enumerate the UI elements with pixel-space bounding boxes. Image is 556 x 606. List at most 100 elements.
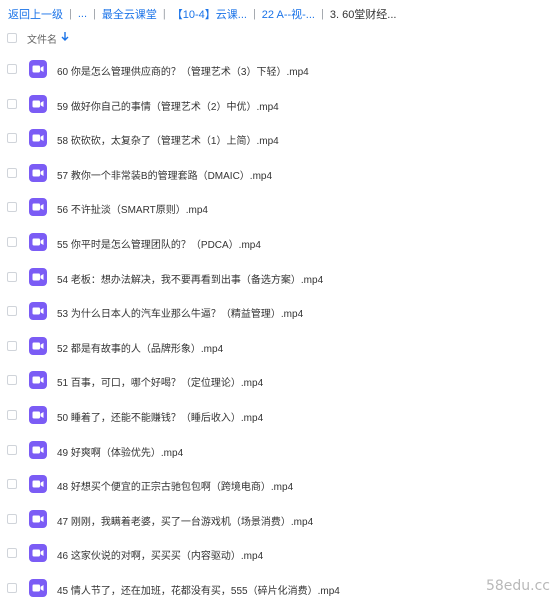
breadcrumb-link-root[interactable]: 最全云课堂 [102,6,157,22]
video-icon [29,94,47,113]
file-checkbox[interactable] [7,64,17,74]
breadcrumb-separator: | [162,8,166,20]
watermark: 58edu.cc [485,578,550,594]
video-icon [29,163,47,182]
file-checkbox[interactable] [7,306,17,317]
file-name[interactable]: 59 做好你自己的事情（管理艺术（2）中优）.mp4 [57,98,279,113]
breadcrumb-ellipsis-link[interactable]: ... [78,8,87,20]
video-camera-icon [32,238,44,246]
file-checkbox[interactable] [7,133,17,144]
video-camera-icon [32,134,44,142]
arrow-down-icon-svg [61,32,69,41]
file-name[interactable]: 49 好爽啊（体验优先）.mp4 [57,444,183,459]
file-checkbox[interactable] [7,479,17,490]
file-name[interactable]: 57 教你一个非常装B的管理套路（DMAIC）.mp4 [57,167,272,182]
column-title: 文件名 [27,35,57,46]
file-checkbox[interactable] [7,409,17,420]
file-name[interactable]: 50 睡着了，还能不能赚钱？（睡后收入）.mp4 [57,409,263,424]
file-name[interactable]: 51 百事，可口，哪个好喝？（定位理论）.mp4 [57,374,263,389]
video-icon [29,336,47,355]
video-icon [29,198,47,217]
file-name[interactable]: 60 你是怎么管理供应商的？（管理艺术（3）下轻）.mp4 [57,63,309,78]
file-name[interactable]: 47 刚刚，我瞒着老婆，买了一台游戏机（场景消费）.mp4 [57,513,313,528]
file-row[interactable]: 58 砍砍砍，太复杂了（管理艺术（1）上简）.mp4 [0,121,556,156]
video-icon [29,440,47,459]
file-checkbox[interactable] [7,375,17,386]
file-row[interactable]: 51 百事，可口，哪个好喝？（定位理论）.mp4 [0,363,556,398]
video-camera-icon [32,65,44,73]
file-row[interactable]: 54 老板：想办法解决，我不要再看到出事（备选方案）.mp4 [0,260,556,295]
file-list-header: 文件名 [0,28,556,48]
video-icon [29,302,47,321]
column-header-filename[interactable]: 文件名 [27,31,69,46]
file-row[interactable]: 59 做好你自己的事情（管理艺术（2）中优）.mp4 [0,87,556,122]
video-camera-icon [32,376,44,384]
file-name[interactable]: 45 情人节了，还在加班，花都没有买，555（碎片化消费）.mp4 [57,582,340,597]
breadcrumb-separator: | [320,8,324,20]
breadcrumb-separator: | [252,8,256,20]
file-checkbox[interactable] [7,340,17,351]
file-row[interactable]: 60 你是怎么管理供应商的？（管理艺术（3）下轻）.mp4 [0,52,556,87]
video-icon [29,267,47,286]
file-row[interactable]: 53 为什么日本人的汽车业那么牛逼？（精益管理）.mp4 [0,294,556,329]
video-camera-icon [32,273,44,281]
video-camera-icon [32,480,44,488]
file-row[interactable]: 57 教你一个非常装B的管理套路（DMAIC）.mp4 [0,156,556,191]
video-icon [29,475,47,494]
video-icon [29,129,47,148]
file-name[interactable]: 58 砍砍砍，太复杂了（管理艺术（1）上简）.mp4 [57,132,279,147]
arrow-down-icon[interactable] [61,32,69,45]
video-camera-icon [32,549,44,557]
file-name[interactable]: 55 你平时是怎么管理团队的？（PDCA）.mp4 [57,236,261,251]
video-camera-icon [32,515,44,523]
video-camera-icon [32,307,44,315]
video-icon [29,578,47,597]
video-icon [29,60,47,78]
video-icon [29,405,47,424]
video-icon [29,509,47,528]
video-camera-icon [32,203,44,211]
video-icon [29,371,47,390]
video-camera-icon [32,342,44,350]
file-row[interactable]: 52 都是有故事的人（品牌形象）.mp4 [0,329,556,364]
file-row[interactable]: 46 这家伙说的对啊，买买买（内容驱动）.mp4 [0,536,556,571]
file-list: 60 你是怎么管理供应商的？（管理艺术（3）下轻）.mp4 59 做好你自己的事情… [0,52,556,606]
breadcrumb-link-video[interactable]: 22 A--视-... [262,6,315,22]
file-name[interactable]: 56 不许扯淡（SMART原则）.mp4 [57,201,208,216]
file-name[interactable]: 54 老板：想办法解决，我不要再看到出事（备选方案）.mp4 [57,271,323,286]
breadcrumb: 返回上一级 | ... | 最全云课堂 | 【10-4】云课... | 22 A… [8,6,396,22]
file-row[interactable]: 49 好爽啊（体验优先）.mp4 [0,433,556,468]
file-checkbox[interactable] [7,548,17,559]
file-row[interactable]: 55 你平时是怎么管理团队的？（PDCA）.mp4 [0,225,556,260]
file-checkbox[interactable] [7,202,17,213]
video-camera-icon [32,446,44,454]
breadcrumb-link-course[interactable]: 【10-4】云课... [172,6,247,22]
file-name[interactable]: 46 这家伙说的对啊，买买买（内容驱动）.mp4 [57,547,263,562]
breadcrumb-current: 3. 60堂财经... [329,9,397,21]
file-row[interactable]: 48 好想买个便宜的正宗古驰包包啊（跨境电商）.mp4 [0,467,556,502]
file-name[interactable]: 53 为什么日本人的汽车业那么牛逼？（精益管理）.mp4 [57,305,303,320]
file-checkbox[interactable] [7,236,17,247]
breadcrumb-separator: | [69,8,72,20]
file-name[interactable]: 48 好想买个便宜的正宗古驰包包啊（跨境电商）.mp4 [57,478,293,493]
file-row[interactable]: 50 睡着了，还能不能赚钱？（睡后收入）.mp4 [0,398,556,433]
video-camera-icon [32,169,44,177]
file-row[interactable]: 47 刚刚，我瞒着老婆，买了一台游戏机（场景消费）.mp4 [0,502,556,537]
select-all-checkbox[interactable] [7,33,17,43]
video-camera-icon [32,584,44,592]
video-camera-icon [32,100,44,108]
file-checkbox[interactable] [7,444,17,455]
file-row[interactable]: 56 不许扯淡（SMART原则）.mp4 [0,190,556,225]
breadcrumb-back-link[interactable]: 返回上一级 [8,6,63,22]
file-checkbox[interactable] [7,582,17,593]
file-row[interactable]: 45 情人节了，还在加班，花都没有买，555（碎片化消费）.mp4 [0,571,556,606]
video-icon [29,544,47,563]
file-checkbox[interactable] [7,513,17,524]
file-checkbox[interactable] [7,98,17,109]
file-checkbox[interactable] [7,271,17,282]
breadcrumb-separator: | [93,8,96,20]
file-name[interactable]: 52 都是有故事的人（品牌形象）.mp4 [57,340,223,355]
video-icon [29,232,47,251]
file-checkbox[interactable] [7,167,17,178]
video-camera-icon [32,411,44,419]
